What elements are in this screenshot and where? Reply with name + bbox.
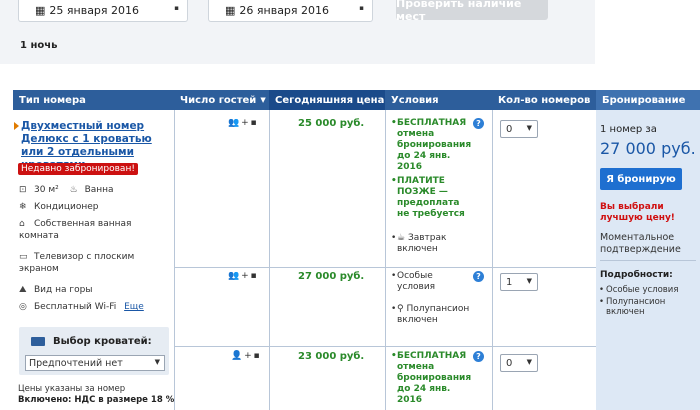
dropdown-arrow-icon: ▼ [526,124,532,132]
check-availability-button[interactable]: Проверить наличие мест [396,0,548,23]
header-price: Сегодняшняя цена [269,90,385,110]
quantity-value: 0 [506,357,513,369]
ac-icon: ❄ [19,202,27,212]
dropdown-arrow-icon: ▼ [154,358,160,366]
details-text: Полупансион включен [606,297,666,317]
condition-text: ПЛАТИТЕ ПОЗЖЕ — предоплата не требуется [397,176,465,219]
mountain-icon: ⛰ [19,285,27,295]
bed-preference-select[interactable]: Предпочтений нет ▼ [25,355,165,371]
info-icon[interactable]: ? [473,351,484,362]
wifi-icon: ◎ [19,302,27,312]
bed-choice-label: Выбор кроватей: [53,336,152,347]
condition-text: БЕСПЛАТНАЯ отмена бронирования до 24 янв… [397,118,472,172]
price-note-line: Цены указаны за номер [18,384,126,394]
header-conditions: Условия [385,90,492,110]
recently-booked-badge: Недавно забронирован! [18,163,138,175]
row-divider [174,346,596,347]
info-icon[interactable]: ? [473,271,484,282]
booking-panel: 1 номер за 27 000 руб. Я бронирую Вы выб… [596,110,700,410]
calendar-icon: ▦ [225,4,236,17]
feature-label: Телевизор с плоским экраном [19,252,135,274]
feature-ac: ❄ Кондиционер [19,201,98,213]
feature-label: Вид на горы [34,285,93,295]
sort-arrow-icon: ▼ [260,96,266,104]
feature-label: Ванна [84,185,114,195]
feature-label: 30 м² [34,185,59,195]
breakfast-icon: ☕ [397,233,408,243]
details-title: Подробности: [600,270,673,280]
condition-text: БЕСПЛАТНАЯ отмена бронирования до 24 янв… [397,351,472,405]
quantity-value: 0 [506,123,513,135]
checkout-date-field[interactable]: ▦ 26 января 2016 ▪ [208,0,373,22]
expand-arrow-icon [14,122,19,130]
free-cancellation-condition: • БЕСПЛАТНАЯ отмена бронирования до 24 ян… [391,351,472,405]
feature-bathroom: ⌂ Собственная ванная комната [19,218,159,242]
feature-label: Собственная ванная комната [19,219,132,241]
divider [600,260,696,261]
instant-confirmation: Моментальное подтверждение [600,232,681,255]
vat-note: Включено: НДС в размере 18 % [18,395,175,405]
bed-preference-value: Предпочтений нет [29,357,123,369]
area-icon: ⊡ [19,185,27,195]
dropdown-arrow-icon: ▼ [526,277,532,285]
feature-wifi: ◎ Бесплатный Wi-Fi Еще [19,301,144,313]
feature-mountain-view: ⛰ Вид на горы [19,284,92,296]
feature-label: Бесплатный Wi-Fi [34,302,117,312]
bathroom-icon: ⌂ [19,219,25,229]
bed-choice-box: Выбор кроватей: Предпочтений нет ▼ [19,327,169,375]
nights-count: 1 ночь [20,40,58,51]
best-price-note: Вы выбрали лучшую цену! [600,202,675,223]
room-quantity-select[interactable]: 1 ▼ [500,273,538,291]
guests-icon: 👥 + ▪ [228,118,257,128]
more-features-link[interactable]: Еще [124,302,144,312]
chevron-down-icon: ▪ [359,4,364,12]
column-divider [385,110,386,410]
bed-icon [31,337,45,346]
feature-label: Кондиционер [34,202,99,212]
condition-text: Полупансион включен [397,304,470,325]
header-guests[interactable]: Число гостей ▼ [174,90,269,110]
feature-area: ⊡ 30 м² ♨ Ванна [19,184,114,196]
checkin-date-value: 25 января 2016 [49,4,140,17]
book-now-button[interactable]: Я бронирую [600,168,682,190]
offer-price: 25 000 руб. [298,118,365,129]
info-icon[interactable]: ? [473,118,484,129]
header-guests-label: Число гостей [180,94,257,106]
header-booking: Бронирование [596,90,700,110]
guests-icon: 👤 + ▪ [231,351,260,361]
booking-summary: 1 номер за [600,124,657,135]
rooms-table: Тип номера Число гостей ▼ Сегодняшняя це… [13,90,700,410]
half-board-condition: • ⚲ Полупансион включен [391,304,470,325]
breakfast-condition: • ☕ Завтрак включен [391,233,447,254]
row-divider [174,267,596,268]
header-quantity: Кол-во номеров [492,90,596,110]
bed-choice-title: Выбор кроватей: [31,336,152,347]
column-divider [269,110,270,410]
dropdown-arrow-icon: ▼ [526,358,532,366]
bath-icon: ♨ [69,185,78,195]
room-quantity-select[interactable]: 0 ▼ [500,120,538,138]
price-note: Цены указаны за номер Включено: НДС в ра… [18,384,174,406]
feature-tv: ▭ Телевизор с плоским экраном [19,251,159,275]
details-item: • Особые условия [599,285,679,295]
guests-icon: 👥 + ▪ [228,271,257,281]
quantity-value: 1 [506,276,513,288]
free-cancellation-condition: • БЕСПЛАТНАЯ отмена бронирования до 24 ян… [391,118,472,172]
offer-price: 27 000 руб. [298,271,365,282]
header-room-type: Тип номера [13,90,174,110]
room-quantity-select[interactable]: 0 ▼ [500,354,538,372]
details-text: Особые условия [606,285,679,295]
booking-total: 27 000 руб. [600,139,696,158]
checkin-date-field[interactable]: ▦ 25 января 2016 ▪ [18,0,188,22]
pay-later-condition: • ПЛАТИТЕ ПОЗЖЕ — предоплата не требуется [391,176,465,219]
column-divider [492,110,493,410]
chevron-down-icon: ▪ [174,4,179,12]
tv-icon: ▭ [19,252,28,262]
condition-text: Особые условия [397,271,436,292]
offer-price: 23 000 руб. [298,351,365,362]
calendar-icon: ▦ [35,4,46,17]
details-item: • Полупансион включен [599,297,666,317]
checkout-date-value: 26 января 2016 [239,4,330,17]
special-conditions: • Особые условия [391,271,436,292]
